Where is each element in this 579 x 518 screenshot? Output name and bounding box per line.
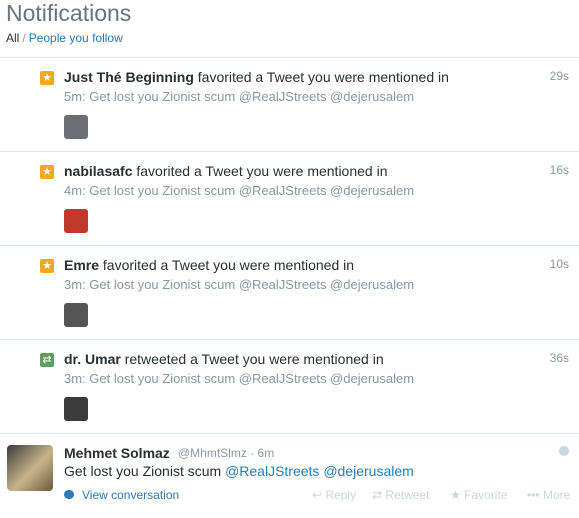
- notification-item[interactable]: ★ nabilasafc favorited a Tweet you were …: [0, 152, 579, 246]
- more-button[interactable]: ••• More: [527, 488, 570, 502]
- conversation-icon: [64, 490, 74, 499]
- notification-item[interactable]: ★ Emre favorited a Tweet you were mentio…: [0, 246, 579, 340]
- tweet[interactable]: Mehmet Solmaz @MhmtSlmz · 6m Get lost yo…: [0, 434, 579, 518]
- favorite-label: Favorite: [464, 488, 508, 502]
- tweet-text-plain: Get lost you Zionist scum: [64, 463, 226, 479]
- more-label: More: [542, 488, 571, 502]
- notification-user[interactable]: Just Thé Beginning: [64, 69, 194, 85]
- avatar[interactable]: [64, 397, 88, 421]
- page-title: Notifications: [6, 0, 132, 26]
- notification-preview[interactable]: 4m: Get lost you Zionist scum @RealJStre…: [64, 183, 414, 198]
- tweet-dot: ·: [250, 446, 255, 460]
- retweet-button[interactable]: ⇄ Retweet: [372, 488, 429, 502]
- avatar[interactable]: [64, 303, 88, 327]
- notification-preview[interactable]: 5m: Get lost you Zionist scum @RealJStre…: [64, 89, 414, 104]
- retweet-label: Retweet: [385, 488, 430, 502]
- tweet-time[interactable]: 6m: [258, 446, 275, 460]
- star-icon: ★: [40, 165, 54, 179]
- notification-user[interactable]: Emre: [64, 257, 99, 273]
- view-conversation-label: View conversation: [82, 488, 180, 502]
- more-icon: •••: [527, 488, 540, 502]
- avatar[interactable]: [64, 115, 88, 139]
- notification-preview[interactable]: 3m: Get lost you Zionist scum @RealJStre…: [64, 277, 414, 292]
- view-conversation-link[interactable]: View conversation: [64, 488, 179, 502]
- reply-icon: ↩: [312, 488, 323, 502]
- avatar[interactable]: [7, 445, 53, 491]
- tweet-text: Get lost you Zionist scum @RealJStreets …: [64, 463, 414, 479]
- notification-time: 36s: [549, 351, 569, 365]
- notification-time: 16s: [549, 163, 569, 177]
- notification-action: favorited a Tweet you were mentioned in: [136, 163, 388, 179]
- notification-item[interactable]: ⇄ dr. Umar retweeted a Tweet you were me…: [0, 340, 579, 434]
- globe-icon: [559, 446, 569, 456]
- star-icon: ★: [40, 71, 54, 85]
- notification-action: favorited a Tweet you were mentioned in: [197, 69, 449, 85]
- header: Notifications All / People you follow: [0, 0, 579, 58]
- avatar[interactable]: [64, 209, 88, 233]
- notification-user[interactable]: nabilasafc: [64, 163, 132, 179]
- notification-time: 29s: [549, 69, 569, 83]
- notification-action: retweeted a Tweet you were mentioned in: [124, 351, 384, 367]
- notification-time: 10s: [549, 257, 569, 271]
- reply-button[interactable]: ↩ Reply: [312, 488, 356, 502]
- notification-action: favorited a Tweet you were mentioned in: [102, 257, 355, 273]
- retweet-icon: ⇄: [40, 353, 54, 367]
- retweet-icon: ⇄: [372, 488, 383, 502]
- mention-link[interactable]: @RealJStreets: [225, 463, 319, 479]
- favorite-button[interactable]: ★ Favorite: [450, 488, 507, 502]
- filter-people-you-follow[interactable]: People you follow: [29, 31, 123, 45]
- reply-label: Reply: [325, 488, 357, 502]
- notification-user[interactable]: dr. Umar: [64, 351, 121, 367]
- tweet-author-name[interactable]: Mehmet Solmaz: [64, 445, 170, 461]
- star-icon: ★: [40, 259, 54, 273]
- mention-link[interactable]: @dejerusalem: [323, 463, 413, 479]
- notification-filters: All / People you follow: [6, 31, 123, 45]
- star-icon: ★: [450, 488, 461, 502]
- tweet-author-handle[interactable]: @MhmtSlmz: [178, 446, 247, 460]
- notification-preview[interactable]: 3m: Get lost you Zionist scum @RealJStre…: [64, 371, 414, 386]
- filter-all[interactable]: All: [6, 31, 19, 45]
- notification-item[interactable]: ★ Just Thé Beginning favorited a Tweet y…: [0, 58, 579, 152]
- filter-separator: /: [22, 31, 26, 45]
